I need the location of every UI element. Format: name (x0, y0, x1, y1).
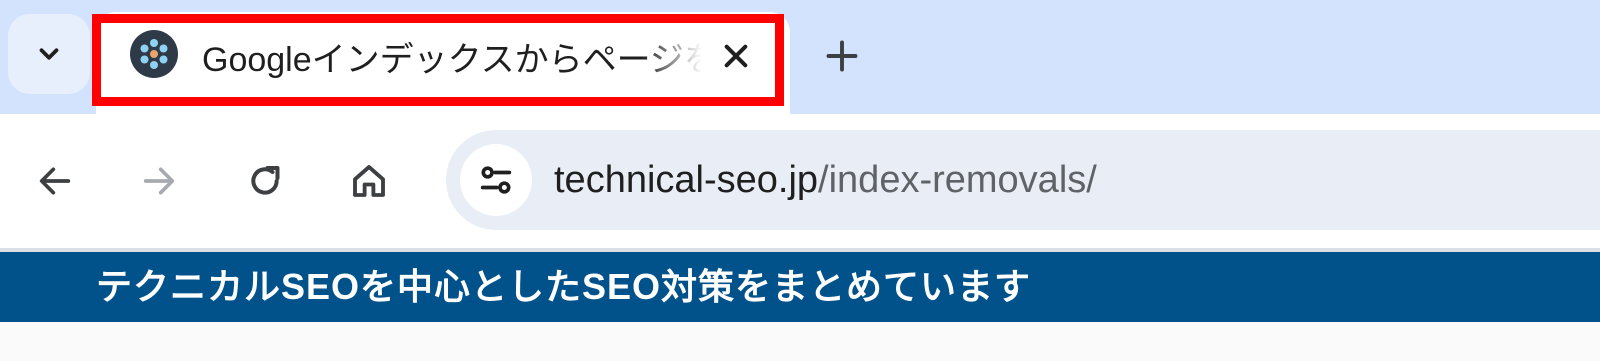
browser-toolbar: technical-seo.jp/index-removals/ (0, 114, 1600, 248)
site-header-banner: テクニカルSEOを中心としたSEO対策をまとめています (0, 252, 1600, 322)
new-tab-button[interactable] (816, 30, 868, 82)
home-icon (353, 165, 385, 197)
chevron-down-icon (39, 48, 59, 60)
tab-close-button[interactable] (714, 34, 758, 78)
url-path: /index-removals/ (818, 159, 1097, 201)
site-tagline: テクニカルSEOを中心としたSEO対策をまとめています (96, 266, 1032, 307)
arrow-left-icon (39, 167, 71, 195)
url-host: technical-seo.jp (554, 159, 819, 201)
close-icon (724, 44, 748, 68)
reload-button[interactable] (236, 152, 294, 210)
site-favicon-icon (130, 30, 178, 78)
back-button[interactable] (26, 152, 84, 210)
page-content (0, 322, 1600, 361)
site-info-button[interactable] (460, 144, 532, 216)
tab-title: Googleインデックスからページを削除 (202, 41, 702, 79)
home-button[interactable] (340, 152, 398, 210)
tab-strip: Googleインデックスからページを削除 (0, 0, 1600, 114)
arrow-right-icon (143, 167, 175, 195)
plus-icon (826, 40, 858, 72)
address-bar[interactable]: technical-seo.jp/index-removals/ (446, 130, 1600, 230)
tab-search-button[interactable] (8, 14, 90, 94)
url-text: technical-seo.jp/index-removals/ (554, 158, 1097, 202)
forward-button[interactable] (130, 152, 188, 210)
reload-icon (251, 166, 280, 195)
tune-icon (480, 166, 512, 194)
